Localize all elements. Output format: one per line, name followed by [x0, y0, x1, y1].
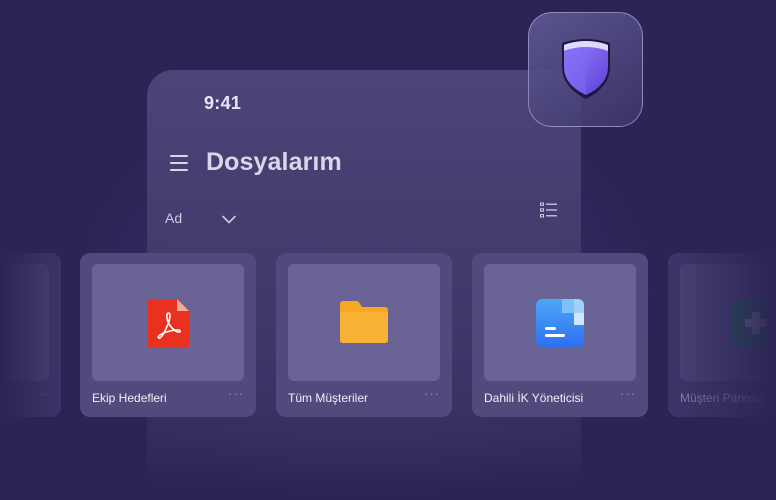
- file-thumbnail: [288, 264, 440, 381]
- file-card[interactable]: Dahili İK Yöneticisi ···: [472, 253, 648, 417]
- page-title: Dosyalarım: [206, 148, 342, 176]
- file-name: Dahili İK Yöneticisi: [484, 391, 584, 405]
- more-options-icon[interactable]: ···: [228, 386, 244, 401]
- file-name: Müşteri Panosu: [680, 391, 764, 405]
- list-view-icon[interactable]: [540, 202, 558, 218]
- background-stage: 9:41 Dosyalarım Ad ··· Ekip Hedefleri ··…: [0, 0, 776, 500]
- chevron-down-icon: [222, 215, 236, 223]
- file-card[interactable]: Ekip Hedefleri ···: [80, 253, 256, 417]
- file-thumbnail: [680, 264, 776, 381]
- file-card-partial-left[interactable]: ···: [0, 253, 61, 417]
- folder-icon: [340, 301, 388, 343]
- more-options-icon[interactable]: ···: [33, 386, 49, 401]
- file-thumbnail: [0, 264, 49, 381]
- shield-icon: [562, 39, 610, 99]
- file-name: Ekip Hedefleri: [92, 391, 167, 405]
- file-thumbnail: [92, 264, 244, 381]
- pdf-file-icon: [148, 299, 189, 347]
- file-card[interactable]: Tüm Müşteriler ···: [276, 253, 452, 417]
- hamburger-menu-icon[interactable]: [170, 155, 188, 171]
- file-card[interactable]: Müşteri Panosu: [668, 253, 776, 417]
- sort-dropdown[interactable]: Ad: [165, 208, 236, 228]
- app-document-icon: [536, 299, 584, 347]
- app-icon-tile: [528, 12, 643, 127]
- more-options-icon[interactable]: ···: [620, 386, 636, 401]
- file-thumbnail: [484, 264, 636, 381]
- spreadsheet-icon: [732, 299, 776, 347]
- status-time: 9:41: [204, 93, 242, 113]
- more-options-icon[interactable]: ···: [424, 386, 440, 401]
- sort-label: Ad: [165, 210, 183, 226]
- file-name: Tüm Müşteriler: [288, 391, 369, 405]
